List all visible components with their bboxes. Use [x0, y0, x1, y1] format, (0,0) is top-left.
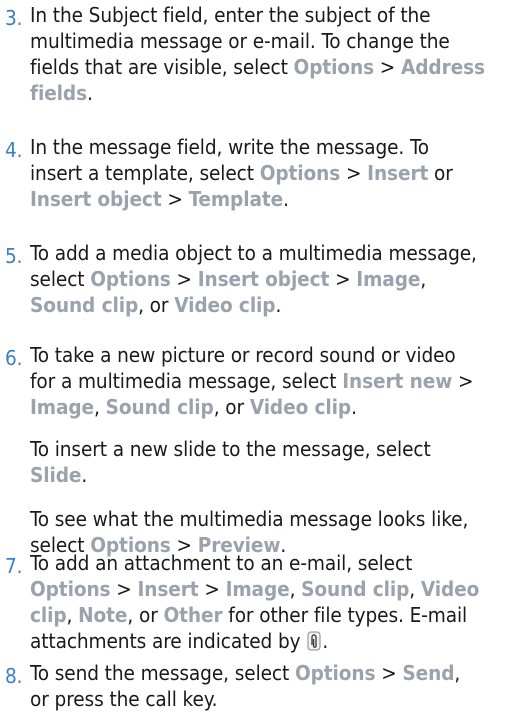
text-line: In the message field, write the message.…: [30, 134, 429, 160]
text-run: To take a new picture or record sound or…: [30, 343, 456, 367]
paperclip-icon: [307, 631, 321, 657]
text-run: fields that are visible, select: [30, 55, 294, 79]
text-run: for other file types. E-mail: [222, 603, 468, 627]
text-run: >: [170, 267, 198, 291]
text-run: .: [351, 395, 357, 419]
text-run: In the message field, write the message.…: [30, 135, 429, 159]
text-run: To add an attachment to an e-mail, selec…: [30, 551, 413, 575]
text-run: select: [30, 267, 91, 291]
text-run: >: [452, 369, 474, 393]
text-run: In the Subject field, enter the subject …: [30, 3, 431, 27]
text-run: , or: [138, 293, 175, 317]
text-run: ,: [409, 577, 421, 601]
step-number: 3.: [5, 6, 23, 30]
text-line: To add an attachment to an e-mail, selec…: [30, 550, 412, 576]
text-run: >: [198, 577, 226, 601]
text-run: or press the call key.: [30, 687, 218, 711]
ui-term: Insert: [137, 577, 199, 601]
text-run: To add a media object to a multimedia me…: [30, 241, 477, 265]
text-line: fields.: [30, 80, 93, 106]
text-run: multimedia message or e-mail. To change …: [30, 29, 450, 53]
manual-page: 3. In the Subject field, enter the subje…: [0, 0, 514, 711]
text-run: >: [374, 55, 402, 79]
text-run: , or: [213, 395, 250, 419]
ui-term: Note: [78, 603, 128, 627]
text-run: .: [87, 81, 93, 105]
ui-term: Video: [420, 577, 480, 601]
ui-term: Insert: [367, 161, 429, 185]
ui-term: Options: [294, 661, 376, 685]
text-run: for a multimedia message, select: [30, 369, 343, 393]
text-run: >: [329, 267, 357, 291]
ui-term: Video clip: [174, 293, 276, 317]
text-line: or press the call key.: [30, 686, 218, 712]
step-number: 7.: [5, 554, 23, 578]
ui-term: Image: [225, 577, 290, 601]
ui-term: Insert object: [197, 267, 330, 291]
ui-term: Insert object: [30, 187, 162, 211]
text-run: .: [283, 187, 289, 211]
text-run: .: [322, 629, 329, 653]
text-line: Options > Insert > Image, Sound clip, Vi…: [30, 576, 479, 602]
text-run: ,: [454, 661, 461, 685]
ui-term: Address: [401, 55, 485, 79]
ui-term: Options: [293, 55, 375, 79]
ui-term: Image: [30, 395, 95, 419]
text-line: Sound clip, or Video clip.: [30, 292, 281, 318]
ui-term: Options: [90, 267, 171, 291]
ui-term: Image: [356, 267, 421, 291]
text-run: ,: [289, 577, 302, 601]
ui-term: Options: [259, 161, 341, 185]
text-line: To add a media object to a multimedia me…: [30, 240, 477, 266]
text-line: Slide.: [30, 462, 87, 488]
ui-term: Template: [188, 187, 284, 211]
step-number: 6.: [5, 346, 23, 370]
ui-term: clip: [30, 603, 67, 627]
ui-term: Options: [30, 577, 111, 601]
step-number: 5.: [5, 244, 23, 268]
text-line: To insert a new slide to the message, se…: [30, 436, 431, 462]
text-run: >: [375, 661, 403, 685]
ui-term: fields: [30, 81, 88, 105]
ui-term: Video clip: [249, 395, 352, 419]
text-line: for a multimedia message, select Insert …: [30, 368, 474, 394]
text-line: Insert object > Template.: [30, 186, 289, 212]
text-line: fields that are visible, select Options …: [30, 54, 485, 80]
ui-term: Insert new: [342, 369, 453, 393]
text-run: >: [110, 577, 138, 601]
text-run: .: [275, 293, 282, 317]
text-run: , or: [127, 603, 164, 627]
ui-term: Sound clip: [105, 395, 214, 419]
text-line: To take a new picture or record sound or…: [30, 342, 456, 368]
text-line: clip, Note, or Other for other file type…: [30, 602, 467, 628]
text-run: To see what the multimedia message looks…: [30, 507, 469, 531]
ui-term: Sound clip: [30, 293, 139, 317]
text-line: In the Subject field, enter the subject …: [30, 2, 431, 28]
text-run: >: [340, 161, 368, 185]
text-line: insert a template, select Options > Inse…: [30, 160, 453, 186]
text-run: ,: [66, 603, 79, 627]
text-line: To see what the multimedia message looks…: [30, 506, 468, 532]
text-run: To send the message, select: [30, 661, 295, 685]
text-line: multimedia message or e-mail. To change …: [30, 28, 450, 54]
text-line: Image, Sound clip, or Video clip.: [30, 394, 357, 420]
ui-term: Send: [402, 661, 455, 685]
text-run: attachments are indicated by: [30, 629, 307, 653]
ui-term: Sound clip: [301, 577, 410, 601]
text-run: >: [161, 187, 189, 211]
text-run: ,: [94, 395, 106, 419]
text-run: ,: [420, 267, 427, 291]
text-line: select Options > Insert object > Image,: [30, 266, 426, 292]
text-run: .: [81, 463, 88, 487]
text-run: or: [428, 161, 453, 185]
ui-term: Other: [163, 603, 223, 627]
text-run: insert a template, select: [30, 161, 260, 185]
ui-term: Slide: [30, 463, 82, 487]
step-number: 4.: [5, 138, 23, 162]
text-line: To send the message, select Options > Se…: [30, 660, 460, 686]
text-line: attachments are indicated by .: [30, 628, 328, 657]
step-number: 8.: [5, 664, 23, 688]
text-run: To insert a new slide to the message, se…: [30, 437, 431, 461]
